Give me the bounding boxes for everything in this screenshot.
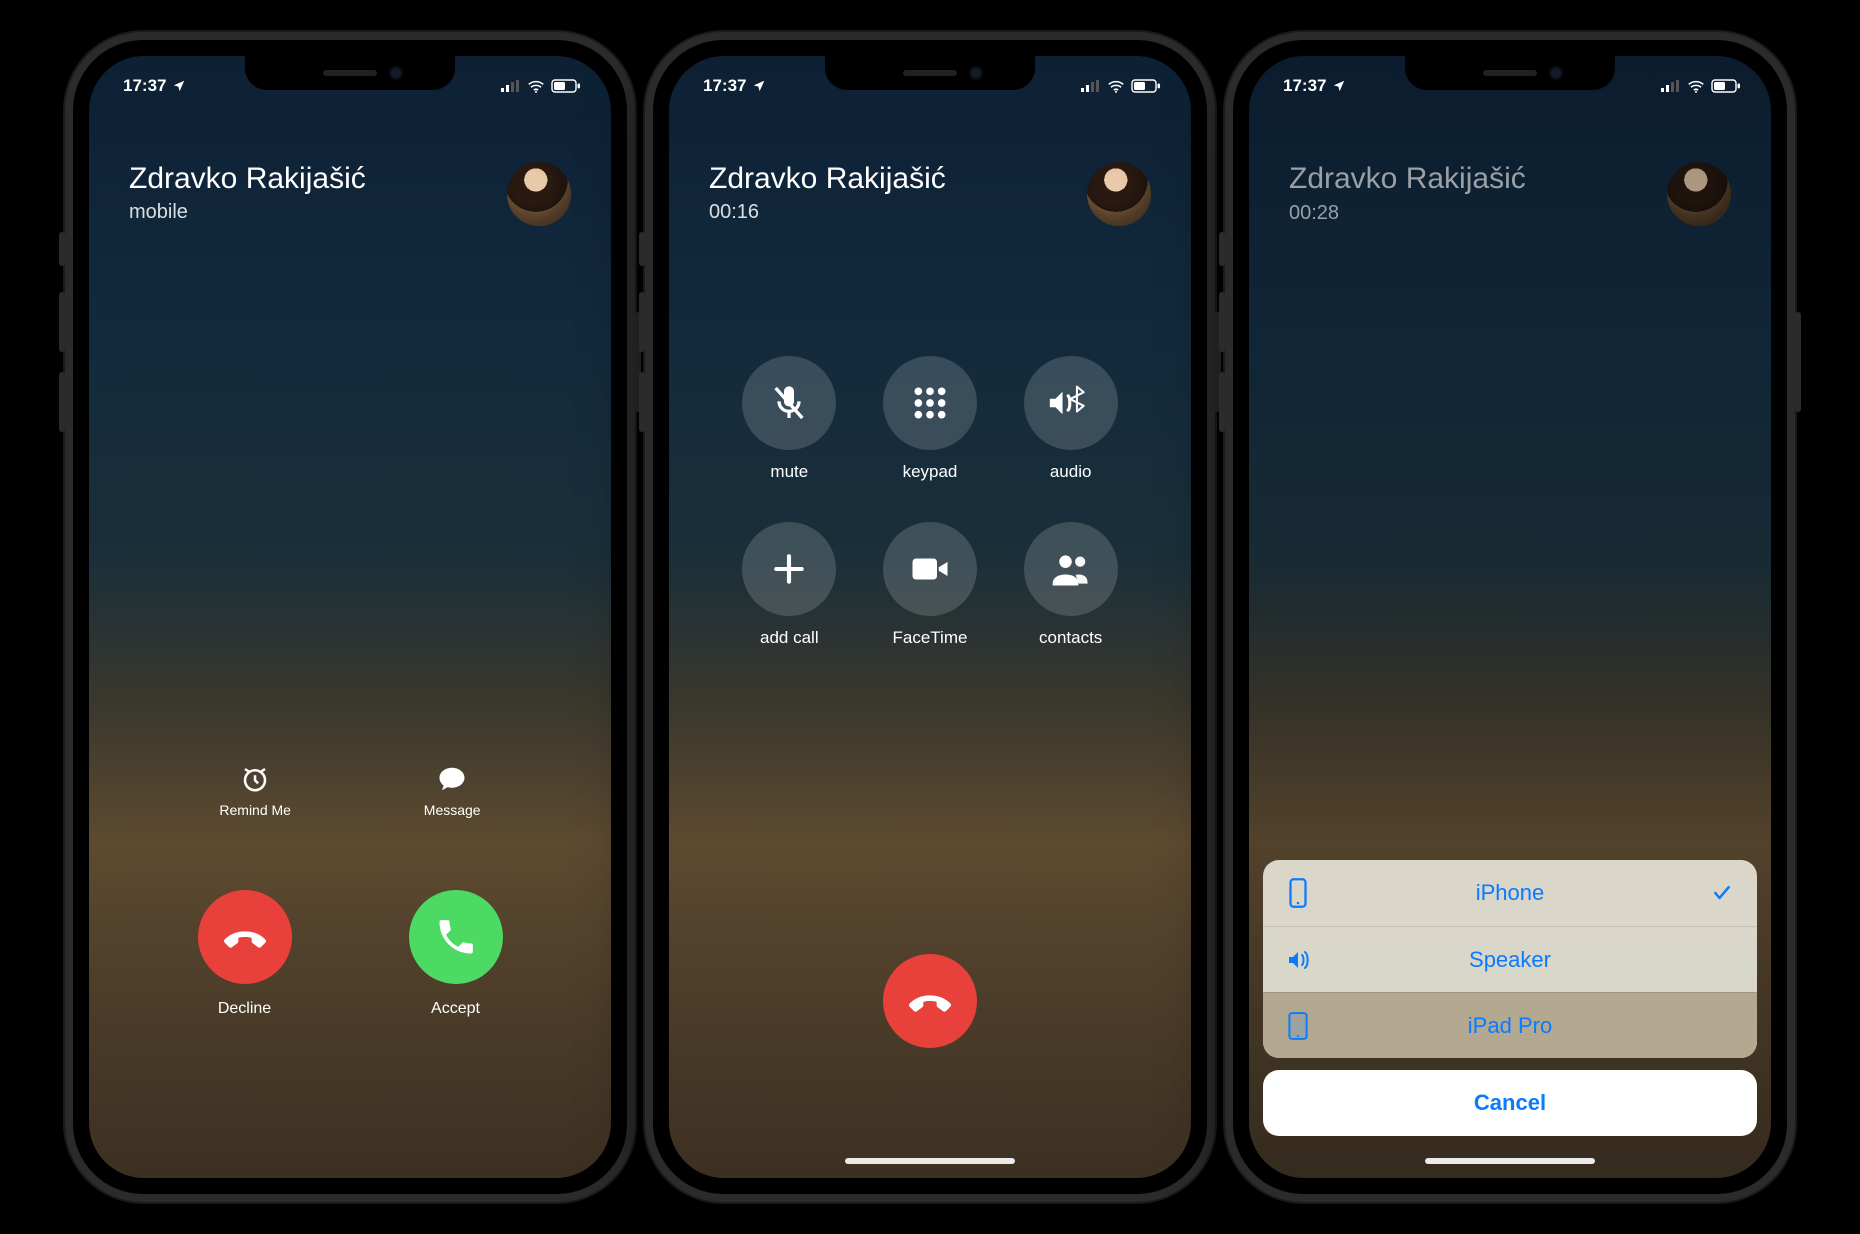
phone-down-icon xyxy=(905,976,955,1026)
avatar[interactable] xyxy=(507,162,571,226)
audio-option-iphone[interactable]: iPhone xyxy=(1263,860,1757,926)
message-icon xyxy=(437,764,467,794)
home-indicator[interactable] xyxy=(1425,1158,1595,1164)
ipad-device-icon xyxy=(1288,1012,1308,1040)
phone-icon xyxy=(434,915,478,959)
mute-icon xyxy=(769,383,809,423)
contacts-icon xyxy=(1049,547,1093,591)
signal-icon xyxy=(501,80,521,92)
caller-name: Zdravko Rakijašić xyxy=(1289,162,1526,196)
caller-name: Zdravko Rakijašić xyxy=(709,162,946,195)
wifi-icon xyxy=(1107,80,1125,93)
phone-frame-incoming: 17:37 Zdravko Rakijašić mobile Remind Me xyxy=(65,32,635,1202)
status-time: 17:37 xyxy=(703,76,746,96)
alarm-icon xyxy=(240,764,270,794)
keypad-button[interactable]: keypad xyxy=(883,356,977,482)
contacts-button[interactable]: contacts xyxy=(1024,522,1118,648)
wifi-icon xyxy=(527,80,545,93)
avatar[interactable] xyxy=(1087,162,1151,226)
speaker-bluetooth-icon xyxy=(1047,383,1095,423)
audio-cancel-button[interactable]: Cancel xyxy=(1263,1070,1757,1136)
audio-route-sheet: iPhone Speaker iPad Pro Cancel xyxy=(1263,860,1757,1136)
message-button[interactable]: Message xyxy=(424,764,481,818)
keypad-icon xyxy=(910,383,950,423)
home-indicator[interactable] xyxy=(845,1158,1015,1164)
facetime-button[interactable]: FaceTime xyxy=(883,522,977,648)
audio-option-ipad[interactable]: iPad Pro xyxy=(1263,992,1757,1058)
caller-name: Zdravko Rakijašić xyxy=(129,162,366,195)
iphone-device-icon xyxy=(1289,878,1307,908)
end-call-button[interactable] xyxy=(883,954,977,1048)
call-timer: 00:28 xyxy=(1289,202,1526,225)
location-icon xyxy=(752,79,766,93)
wifi-icon xyxy=(1687,80,1705,93)
audio-button[interactable]: audio xyxy=(1024,356,1118,482)
phone-frame-in-call: 17:37 Zdravko Rakijašić 00:16 mute xyxy=(645,32,1215,1202)
facetime-icon xyxy=(909,548,951,590)
battery-icon xyxy=(551,79,581,93)
avatar[interactable] xyxy=(1667,162,1731,226)
status-time: 17:37 xyxy=(1283,76,1326,96)
location-icon xyxy=(172,79,186,93)
location-icon xyxy=(1332,79,1346,93)
phone-frame-audio-route: 17:37 Zdravko Rakijašić 00:28 iPhone xyxy=(1225,32,1795,1202)
add-call-button[interactable]: add call xyxy=(742,522,836,648)
status-time: 17:37 xyxy=(123,76,166,96)
decline-button[interactable]: Decline xyxy=(198,890,292,1018)
mute-button[interactable]: mute xyxy=(742,356,836,482)
remind-me-button[interactable]: Remind Me xyxy=(219,764,291,818)
phone-down-icon xyxy=(220,912,270,962)
signal-icon xyxy=(1081,80,1101,92)
speaker-icon xyxy=(1285,948,1311,972)
plus-icon xyxy=(770,550,808,588)
battery-icon xyxy=(1131,79,1161,93)
accept-button[interactable]: Accept xyxy=(409,890,503,1018)
call-timer: 00:16 xyxy=(709,201,946,224)
checkmark-icon xyxy=(1712,883,1732,903)
signal-icon xyxy=(1661,80,1681,92)
battery-icon xyxy=(1711,79,1741,93)
call-subtitle: mobile xyxy=(129,201,366,224)
audio-option-speaker[interactable]: Speaker xyxy=(1263,926,1757,992)
